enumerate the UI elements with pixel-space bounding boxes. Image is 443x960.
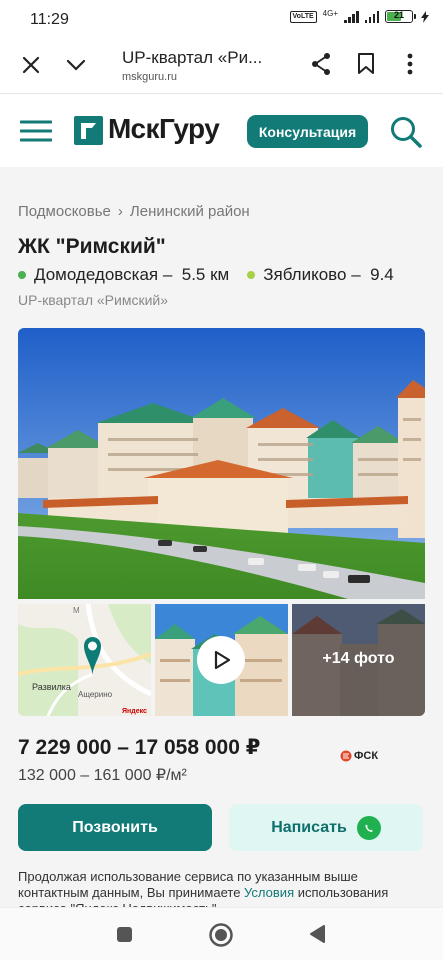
map-place-label: Развилка	[32, 682, 71, 692]
battery-icon: 21	[385, 10, 416, 23]
breadcrumb-item-region[interactable]: Подмосковье	[18, 203, 111, 220]
metro-dot-icon	[247, 271, 256, 279]
map-thumbnail[interactable]: М Развилка Ащерино Яндекс	[18, 604, 151, 716]
breadcrumb-item-district[interactable]: Ленинский район	[130, 203, 250, 220]
metro-stations: Домодедовская – 5.5 км Зябликово – 9.4	[18, 265, 394, 285]
tab-title: UP-квартал «Ри...	[122, 48, 263, 67]
listing-subtitle: UP-квартал «Римский»	[18, 292, 169, 308]
site-header: МскГуру Консультация	[0, 95, 443, 167]
video-thumbnail[interactable]	[155, 604, 288, 716]
status-bar: 11:29 VoLTE 4G+ 21	[0, 0, 443, 38]
status-icons: VoLTE 4G+ 21	[289, 8, 429, 23]
write-button[interactable]: Написать	[229, 804, 423, 851]
browser-toolbar: UP-квартал «Ри... mskguru.ru	[0, 38, 443, 94]
more-photos-label: +14 фото	[322, 650, 395, 667]
breadcrumb-separator: ›	[117, 203, 123, 220]
page-url: mskguru.ru	[122, 71, 178, 83]
price-range: 7 229 000 – 17 058 000 ₽	[18, 736, 261, 759]
recents-icon[interactable]	[116, 926, 133, 943]
map-provider-logo: Яндекс	[122, 708, 147, 715]
charging-icon	[421, 10, 429, 23]
bookmark-icon[interactable]	[357, 52, 375, 75]
metro-distance: 9.4	[370, 265, 394, 284]
home-icon[interactable]	[208, 922, 234, 948]
whatsapp-icon	[356, 815, 381, 840]
metro-station-name: Зябликово –	[263, 265, 361, 284]
write-button-label: Написать	[271, 818, 347, 836]
map-place-label: Ащерино	[78, 690, 113, 699]
metro-distance: 5.5 км	[181, 265, 230, 284]
signal-icon	[344, 10, 359, 23]
logo-text[interactable]: МскГуру	[108, 113, 220, 145]
metro-station-name: Домодедовская –	[34, 265, 173, 284]
developer-logo[interactable]: ФСК	[340, 750, 378, 762]
call-button[interactable]: Позвонить	[18, 804, 212, 851]
back-icon[interactable]	[308, 924, 326, 944]
more-photos-thumbnail[interactable]: +14 фото	[292, 604, 425, 716]
more-vert-icon[interactable]	[406, 52, 414, 76]
play-button[interactable]	[197, 636, 245, 684]
map-road-label: М	[73, 606, 80, 615]
breadcrumb: Подмосковье › Ленинский район	[18, 203, 250, 220]
clock: 11:29	[30, 11, 69, 28]
network-type: 4G+	[322, 8, 338, 18]
consultation-button[interactable]: Консультация	[247, 115, 368, 148]
chevron-down-icon[interactable]	[66, 58, 86, 72]
disclaimer-text: Продолжая использование сервиса по указа…	[18, 869, 389, 907]
menu-icon[interactable]	[20, 120, 52, 142]
signal-icon-2	[364, 10, 379, 23]
logo-icon[interactable]	[74, 116, 103, 145]
developer-logo-icon	[340, 750, 352, 762]
building-photo	[18, 328, 425, 599]
page-title: ЖК "Римский"	[18, 235, 166, 258]
play-icon	[214, 650, 231, 670]
terms-link[interactable]: Условия	[244, 885, 294, 900]
share-icon[interactable]	[310, 52, 332, 76]
close-icon[interactable]	[22, 56, 40, 74]
main-photo[interactable]	[18, 328, 425, 599]
search-icon[interactable]	[389, 115, 423, 149]
system-nav-bar	[0, 907, 443, 960]
metro-dot-icon	[18, 271, 26, 279]
map-image	[18, 604, 151, 716]
price-per-m2: 132 000 – 161 000 ₽/м²	[18, 767, 187, 784]
developer-name: ФСК	[354, 750, 379, 762]
volte-icon: VoLTE	[289, 10, 317, 23]
